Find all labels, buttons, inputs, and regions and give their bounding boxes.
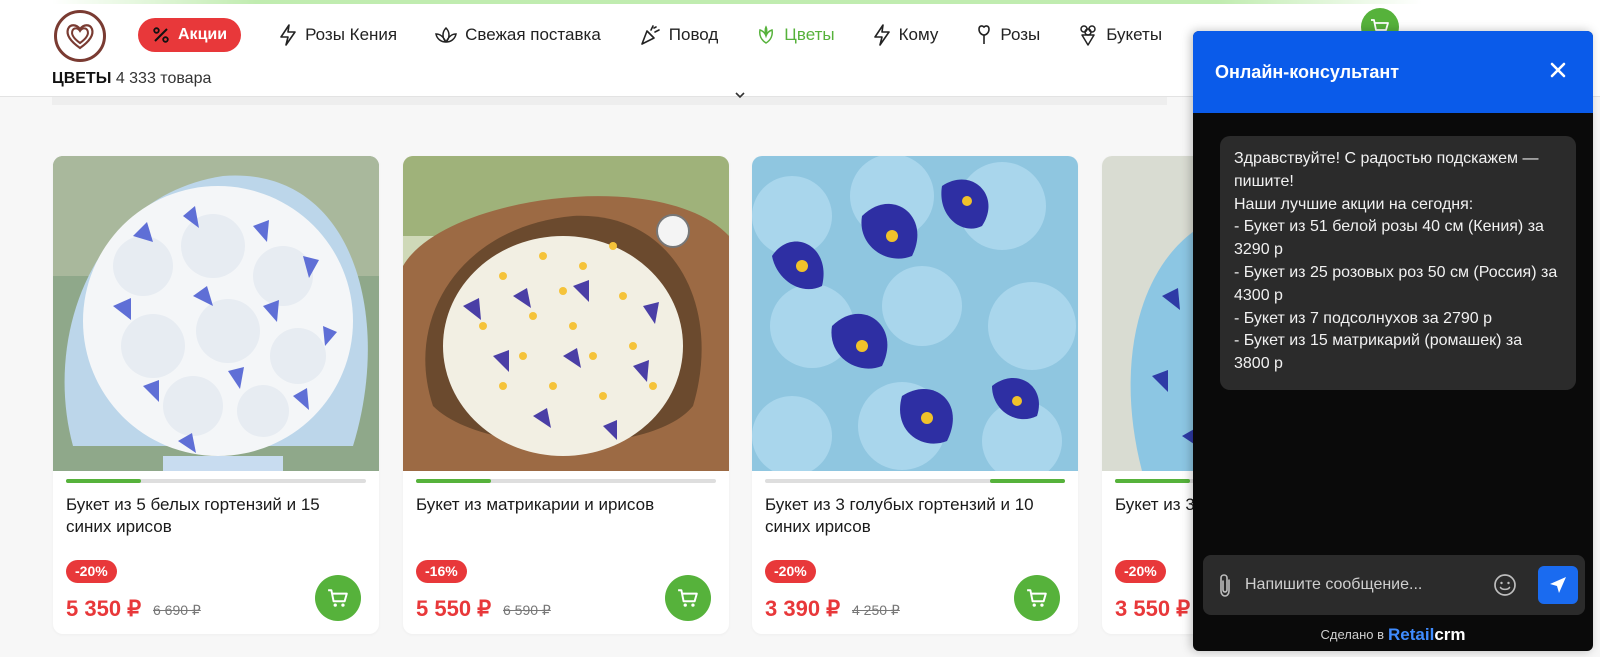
category-count: 4 333 товара (115, 70, 212, 87)
add-to-cart-button[interactable] (1014, 575, 1060, 621)
nav-item-flowers[interactable]: Цветы (756, 25, 835, 45)
promo-button[interactable]: Акции (138, 18, 242, 52)
chat-header: Онлайн-консультант (1193, 31, 1593, 113)
slide-progress-fill (66, 479, 141, 483)
promo-label: Акции (178, 26, 228, 43)
add-to-cart-button[interactable] (315, 575, 361, 621)
paperclip-icon[interactable] (1216, 573, 1234, 599)
cart-icon (1027, 589, 1047, 607)
main-nav: Акции Розы Кения Свежая поставка Повод Ц… (138, 17, 1200, 53)
retailcrm-logo: Retailcrm (1388, 625, 1465, 644)
slide-progress-fill (416, 479, 491, 483)
discount-badge: -16% (416, 560, 467, 583)
close-chat-button[interactable] (1547, 59, 1569, 81)
party-popper-icon (640, 25, 660, 45)
slide-progress (66, 479, 366, 483)
product-photo[interactable] (752, 156, 1078, 471)
chat-widget: Онлайн-консультант Здравствуйте! С радос… (1193, 31, 1593, 651)
product-photo[interactable] (403, 156, 729, 471)
nav-item-bouquets[interactable]: Букеты (1078, 24, 1162, 46)
bouquet-white-hydrangea-photo (53, 156, 379, 471)
bouquet-chamomile-iris-photo (403, 156, 729, 471)
cart-icon (678, 589, 698, 607)
nav-label: Кому (898, 25, 939, 44)
nav-item-roses-kenya[interactable]: Розы Кения (279, 24, 397, 46)
nav-label: Свежая поставка (465, 25, 601, 44)
product-photo[interactable] (53, 156, 379, 471)
send-icon (1550, 577, 1566, 593)
product-title[interactable]: Букет из 5 белых гортензий и 15 синих ир… (66, 494, 366, 538)
percent-icon (153, 27, 169, 43)
product-title[interactable]: Букет из матрикарии и ирисов (416, 494, 716, 516)
brand-part-b: crm (1434, 625, 1466, 644)
discount-badge: -20% (66, 560, 117, 583)
category-heading: ЦВЕТЫ 4 333 товара (52, 70, 211, 88)
send-button[interactable] (1538, 566, 1578, 604)
powered-by-label: Сделано в (1320, 627, 1385, 642)
nav-label: Букеты (1106, 25, 1163, 44)
product-title[interactable]: Букет из 3 голубых гортензий и 10 синих … (765, 494, 1065, 538)
message-input[interactable] (1245, 569, 1485, 601)
brand-part-a: Retail (1388, 625, 1435, 644)
nav-label: Цветы (784, 25, 835, 44)
powered-by[interactable]: Сделано в Retailcrm (1193, 625, 1593, 645)
slide-progress-fill (1115, 479, 1190, 483)
bouquet-icon (1080, 25, 1096, 46)
chat-composer (1203, 555, 1585, 615)
product-price: 5 350 ₽ (66, 596, 142, 621)
nav-item-for-whom[interactable]: Кому (873, 24, 939, 46)
nav-label: Розы (1000, 25, 1041, 44)
lightning-icon (280, 24, 296, 46)
slide-progress-fill (990, 479, 1065, 483)
bouquet-blue-hydrangea-iris-photo (752, 156, 1078, 471)
header-accent-line (52, 0, 1422, 4)
flower-icon (759, 25, 774, 44)
product-price: 3 390 ₽ (765, 596, 841, 621)
lotus-icon (435, 26, 458, 44)
nav-item-occasion[interactable]: Повод (639, 24, 719, 46)
discount-badge: -20% (765, 560, 816, 583)
nav-label: Повод (668, 25, 719, 44)
chat-title: Онлайн-консультант (1215, 61, 1400, 82)
close-icon (1550, 62, 1566, 78)
nav-label: Розы Кения (305, 25, 398, 44)
old-price: 6 690 ₽ (153, 602, 201, 618)
product-card[interactable]: Букет из 3 голубых гортензий и 10 синих … (752, 156, 1078, 634)
chat-message: Здравствуйте! С радостью подскажем — пиш… (1220, 136, 1576, 390)
cart-icon (328, 589, 348, 607)
product-card[interactable]: Букет из 5 белых гортензий и 15 синих ир… (53, 156, 379, 634)
nav-item-roses[interactable]: Розы (976, 24, 1040, 46)
filter-strip (52, 97, 1167, 105)
logo-hearts-icon (66, 24, 94, 50)
product-price: 3 550 ₽ (1115, 596, 1191, 621)
chevron-down-icon[interactable] (735, 91, 745, 99)
slide-progress (416, 479, 716, 483)
product-price: 5 550 ₽ (416, 596, 492, 621)
add-to-cart-button[interactable] (665, 575, 711, 621)
emoji-icon[interactable] (1493, 573, 1517, 597)
rose-icon (978, 25, 991, 44)
logo[interactable] (54, 10, 106, 62)
nav-item-fresh-delivery[interactable]: Свежая поставка (435, 25, 601, 45)
discount-badge: -20% (1115, 560, 1166, 583)
category-title: ЦВЕТЫ (52, 70, 112, 87)
old-price: 4 250 ₽ (852, 602, 900, 618)
old-price: 6 590 ₽ (503, 602, 551, 618)
lightning-icon (873, 24, 890, 46)
slide-progress (765, 479, 1065, 483)
product-card[interactable]: Букет из матрикарии и ирисов -16% 5 550 … (403, 156, 729, 634)
